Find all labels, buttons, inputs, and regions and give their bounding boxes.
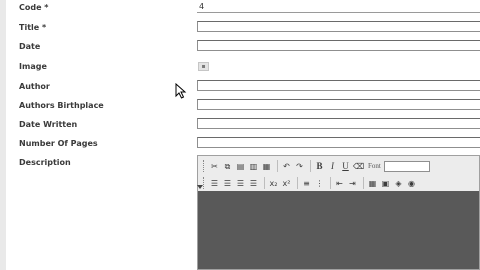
author-label: Author [19, 82, 50, 91]
toolbar-row-2: ☰ ☰ ☰ ☰ x₂ x² ≡ ⋮ ⇤ ⇥ ▦ ▣ ◈ ◉ [203, 176, 419, 190]
title-field[interactable] [197, 21, 480, 32]
date-written-field[interactable] [197, 118, 480, 129]
code-label: Code * [19, 3, 49, 12]
date-field[interactable] [197, 40, 480, 51]
toolbar-separator [277, 160, 278, 172]
toolbar-row-1: ✂ ⧉ ▤ ▥ ▦ ↶ ↷ B I U ⌫ Font [203, 159, 430, 173]
redo-icon[interactable]: ↷ [294, 161, 305, 172]
ordered-list-icon[interactable]: ≡ [301, 178, 312, 189]
date-written-label: Date Written [19, 120, 78, 129]
toolbar-handle [203, 177, 206, 189]
description-label: Description [19, 158, 71, 167]
mouse-pointer-icon [175, 83, 187, 99]
media-icon[interactable]: ◈ [393, 178, 404, 189]
toolbar-handle [203, 160, 206, 172]
toolbar-separator [363, 177, 364, 189]
image-upload-icon[interactable]: ▪ [198, 62, 209, 71]
font-select[interactable] [383, 160, 430, 172]
undo-icon[interactable]: ↶ [281, 161, 292, 172]
toolbar-separator [330, 177, 331, 189]
editor-content-area[interactable] [198, 191, 479, 269]
left-panel-edge [0, 0, 6, 270]
cut-icon[interactable]: ✂ [209, 161, 220, 172]
number-of-pages-field[interactable] [197, 137, 480, 148]
underline-icon[interactable]: U [340, 161, 351, 172]
paste-word-icon[interactable]: ▦ [261, 161, 272, 172]
indent-icon[interactable]: ⇥ [347, 178, 358, 189]
code-field[interactable]: 4 [197, 2, 480, 13]
align-left-icon[interactable]: ☰ [209, 178, 220, 189]
authors-birthplace-field[interactable] [197, 99, 480, 110]
author-field[interactable] [197, 80, 480, 91]
image-label: Image [19, 62, 47, 71]
title-label: Title * [19, 23, 47, 32]
bold-icon[interactable]: B [314, 161, 325, 172]
insert-object-icon[interactable]: ◉ [406, 178, 417, 189]
align-center-icon[interactable]: ☰ [222, 178, 233, 189]
authors-birthplace-label: Authors Birthplace [19, 101, 104, 110]
table-icon[interactable]: ▦ [367, 178, 378, 189]
number-of-pages-label: Number Of Pages [19, 139, 98, 148]
font-label: Font [368, 162, 381, 170]
editor-toolbar: ✂ ⧉ ▤ ▥ ▦ ↶ ↷ B I U ⌫ Font ☰ ☰ ☰ ☰ x₂ x² [197, 156, 479, 192]
date-label: Date [19, 42, 41, 51]
toolbar-separator [297, 177, 298, 189]
description-rich-text-editor[interactable]: ✂ ⧉ ▤ ▥ ▦ ↶ ↷ B I U ⌫ Font ☰ ☰ ☰ ☰ x₂ x² [197, 155, 480, 270]
superscript-icon[interactable]: x² [281, 178, 292, 189]
italic-icon[interactable]: I [327, 161, 338, 172]
toolbar-separator [264, 177, 265, 189]
copy-icon[interactable]: ⧉ [222, 161, 233, 172]
subscript-icon[interactable]: x₂ [268, 178, 279, 189]
clear-format-icon[interactable]: ⌫ [353, 161, 364, 172]
align-right-icon[interactable]: ☰ [235, 178, 246, 189]
justify-icon[interactable]: ☰ [248, 178, 259, 189]
paste-text-icon[interactable]: ▥ [248, 161, 259, 172]
paste-icon[interactable]: ▤ [235, 161, 246, 172]
outdent-icon[interactable]: ⇤ [334, 178, 345, 189]
image-icon[interactable]: ▣ [380, 178, 391, 189]
toolbar-separator [310, 160, 311, 172]
unordered-list-icon[interactable]: ⋮ [314, 178, 325, 189]
